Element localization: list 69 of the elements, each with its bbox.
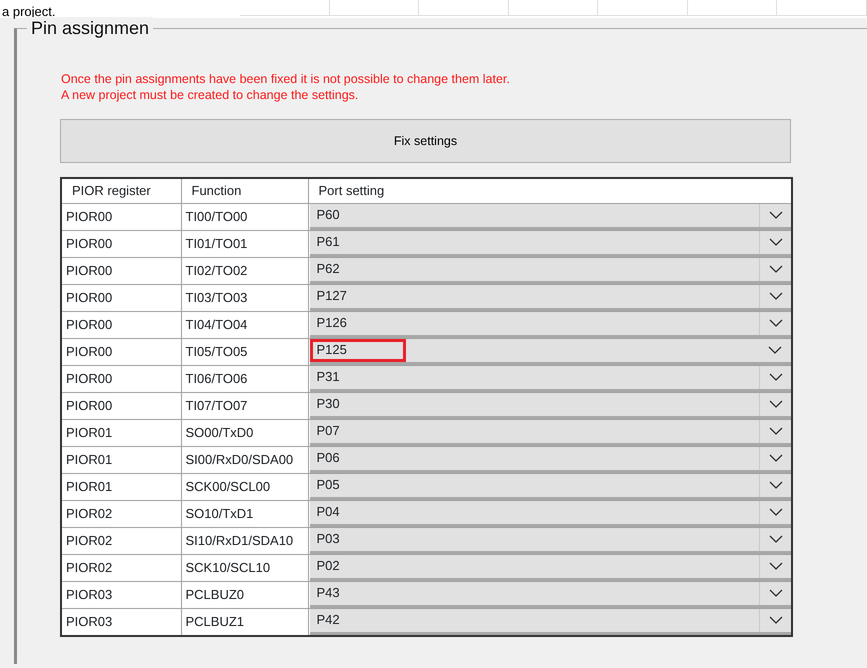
caption-text: a project. xyxy=(1,3,56,20)
table-cell: PIOR00 xyxy=(61,284,181,311)
table-cell: PIOR00 xyxy=(61,392,181,419)
port-dropdown[interactable]: P07 xyxy=(310,420,791,446)
table-cell: PIOR00 xyxy=(61,203,181,230)
port-dropdown[interactable]: P43 xyxy=(310,582,791,608)
column-header: PIOR register xyxy=(61,178,181,203)
column-header: Function xyxy=(181,178,308,203)
warning-text: A new project must be created to change the settings. xyxy=(61,87,360,103)
port-dropdown[interactable]: P06 xyxy=(310,446,791,472)
table-cell: PCLBUZ0 xyxy=(181,581,308,608)
table-cell: SI00/RxD0/SDA00 xyxy=(181,446,308,473)
table-cell: PIOR02 xyxy=(61,554,181,581)
table-cell: SO00/TxD0 xyxy=(181,419,308,446)
chevron-down-icon xyxy=(768,508,782,516)
port-dropdown[interactable]: P60 xyxy=(310,204,791,230)
chevron-down-icon xyxy=(768,616,782,624)
table-cell: TI04/TO04 xyxy=(181,311,308,338)
chevron-down-icon xyxy=(768,373,782,381)
warning-text: Once the pin assignments have been fixed it is not possible to change them later. xyxy=(61,71,511,87)
table-cell: SCK10/SCL10 xyxy=(181,554,308,581)
table-cell: TI02/TO02 xyxy=(181,257,308,284)
chevron-down-icon xyxy=(768,589,782,597)
chevron-down-icon xyxy=(768,265,782,273)
chevron-down-icon xyxy=(768,319,782,327)
table-cell: PIOR00 xyxy=(61,365,181,392)
table-cell: TI06/TO06 xyxy=(181,365,308,392)
table-cell: PIOR00 xyxy=(61,257,181,284)
fix-settings-button[interactable]: Fix settings xyxy=(60,119,791,163)
table-cell: TI01/TO01 xyxy=(181,230,308,257)
table-cell: PIOR01 xyxy=(61,473,181,500)
table-cell: PIOR01 xyxy=(61,419,181,446)
port-dropdown[interactable]: P61 xyxy=(310,230,791,256)
chevron-down-icon xyxy=(768,427,782,435)
port-dropdown[interactable]: P62 xyxy=(310,258,791,284)
table-cell: SI10/RxD1/SDA10 xyxy=(181,527,308,554)
table-cell: SO10/TxD1 xyxy=(181,500,308,527)
table-cell: PIOR02 xyxy=(61,527,181,554)
port-dropdown[interactable]: P127 xyxy=(310,284,791,310)
table-cell: PIOR00 xyxy=(61,311,181,338)
chevron-down-icon xyxy=(768,292,782,300)
port-dropdown[interactable]: P31 xyxy=(310,366,791,392)
table-cell: TI05/TO05 xyxy=(181,338,308,365)
table-cell: TI00/TO00 xyxy=(181,203,308,230)
port-dropdown[interactable]: P30 xyxy=(310,392,791,418)
port-dropdown[interactable]: P03 xyxy=(310,528,791,554)
port-dropdown[interactable]: P04 xyxy=(310,500,791,526)
chevron-down-icon xyxy=(768,481,782,489)
table-cell: SCK00/SCL00 xyxy=(181,473,308,500)
port-dropdown[interactable]: P126 xyxy=(310,312,791,338)
chevron-down-icon xyxy=(768,454,782,462)
chevron-down-icon xyxy=(768,562,782,570)
table-cell: PIOR02 xyxy=(61,500,181,527)
chevron-down-icon xyxy=(768,400,782,408)
table-cell: TI07/TO07 xyxy=(181,392,308,419)
port-dropdown[interactable]: P02 xyxy=(310,554,791,580)
table-cell: PIOR00 xyxy=(61,338,181,365)
chevron-down-icon xyxy=(768,535,782,543)
chevron-down-icon xyxy=(768,238,782,246)
table-cell: PIOR00 xyxy=(61,230,181,257)
port-dropdown[interactable]: P125 xyxy=(310,338,791,364)
table-cell: TI03/TO03 xyxy=(181,284,308,311)
table-cell: PIOR03 xyxy=(61,581,181,608)
table-cell: PIOR01 xyxy=(61,446,181,473)
group-title: Pin assignmen xyxy=(27,17,154,39)
port-dropdown[interactable]: P42 xyxy=(310,608,791,634)
port-dropdown[interactable]: P05 xyxy=(310,474,791,500)
chevron-down-icon xyxy=(768,346,782,354)
chevron-down-icon xyxy=(768,211,782,219)
